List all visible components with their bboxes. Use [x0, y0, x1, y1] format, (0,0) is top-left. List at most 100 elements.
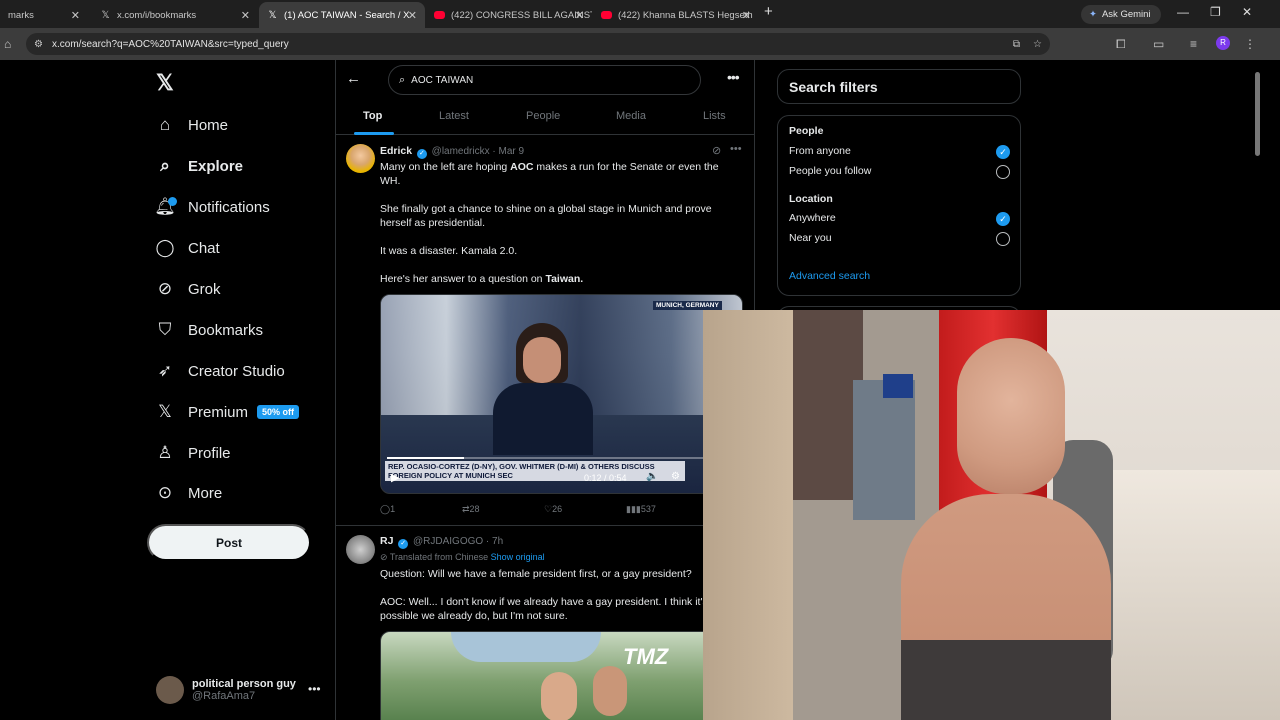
sidebar-item-home[interactable]: ⌂ Home — [154, 110, 228, 140]
split-view-icon[interactable]: ▭ — [1153, 37, 1164, 51]
profile-avatar-icon[interactable]: R — [1216, 36, 1230, 50]
extensions-icon[interactable]: ⧠ — [1116, 37, 1126, 52]
browser-tab-bookmarks-partial[interactable]: marks ✕ — [0, 4, 88, 26]
avatar[interactable] — [346, 535, 375, 564]
address-bar-row: ⌂ ⚙ x.com/search?q=AOC%20TAIWAN&src=type… — [0, 28, 1280, 60]
site-info-icon[interactable]: ⚙ — [34, 39, 43, 50]
from-anyone-option[interactable]: From anyone — [789, 145, 851, 157]
sidebar-item-chat[interactable]: ◯ Chat — [154, 233, 220, 263]
scrollbar-thumb[interactable] — [1255, 72, 1260, 156]
x-page: 𝕏 ⌂ Home ⌕ Explore 🔔︎ Notifications ◯ Chat ⊘ Grok… — [0, 60, 1280, 720]
author-handle[interactable]: @RJDAIGOGO — [413, 536, 483, 547]
advanced-search-link[interactable]: Advanced search — [789, 270, 870, 282]
restore-icon[interactable]: ❐ — [1210, 5, 1221, 19]
anywhere-option[interactable]: Anywhere — [789, 212, 836, 224]
minimize-icon[interactable]: — — [1177, 5, 1189, 19]
account-more-icon[interactable]: ••• — [308, 682, 321, 696]
radio-button[interactable] — [996, 165, 1010, 179]
sidebar-item-more[interactable]: ⊙ More — [154, 478, 222, 508]
close-window-icon[interactable]: ✕ — [1242, 5, 1252, 19]
repost-button[interactable]: ⇄ 28 — [462, 504, 480, 515]
gemini-icon: ✦ — [1089, 9, 1097, 20]
ask-gemini-button[interactable]: ✦ Ask Gemini — [1081, 5, 1161, 24]
tweet-more-icon[interactable]: ••• — [730, 143, 742, 155]
browser-tab-x-bookmarks[interactable]: 𝕏 x.com/i/bookmarks ✕ — [92, 4, 258, 26]
x-premium-icon: 𝕏 — [158, 402, 172, 421]
close-tab-icon[interactable]: ✕ — [241, 9, 250, 22]
checked-radio-icon[interactable]: ✓ — [996, 145, 1010, 159]
avatar[interactable] — [346, 144, 375, 173]
tab-latest[interactable]: Latest — [439, 110, 469, 122]
reading-list-icon[interactable]: ≡ — [1190, 37, 1197, 51]
checked-radio-icon[interactable]: ✓ — [996, 212, 1010, 226]
near-you-option[interactable]: Near you — [789, 232, 832, 244]
video-frame — [493, 383, 593, 455]
tweet-word: Taiwan. — [545, 273, 584, 285]
grok-icon[interactable]: ⊘ — [712, 144, 721, 157]
search-options-icon[interactable]: ••• — [727, 69, 740, 85]
home-browser-icon[interactable]: ⌂ — [4, 37, 11, 51]
tweet[interactable]: Edrick ✓ @lamedrickx · Mar 9 ⊘ ••• Many … — [336, 136, 754, 526]
search-filters-panel: People From anyone ✓ People you follow L… — [777, 115, 1021, 296]
video-progress-track[interactable] — [387, 457, 737, 459]
chat-icon: ◯ — [155, 238, 175, 257]
install-app-icon[interactable]: ⧉ — [1013, 39, 1020, 50]
x-logo-icon[interactable]: 𝕏 — [156, 70, 174, 96]
browser-tab-aoc-taiwan[interactable]: 𝕏 (1) AOC TAIWAN - Search / X ✕ — [259, 2, 425, 28]
tweet-line: She finally got a chance to shine on a g… — [380, 203, 712, 229]
search-input[interactable]: ⌕ AOC TAIWAN — [388, 65, 701, 95]
people-you-follow-option[interactable]: People you follow — [789, 165, 871, 177]
account-switcher[interactable]: political person guy @RafaAma7 ••• — [156, 676, 321, 704]
sidebar-item-bookmarks[interactable]: ⛉ Bookmarks — [154, 315, 263, 345]
author-name[interactable]: Edrick — [380, 145, 412, 157]
sidebar-item-premium[interactable]: 𝕏 Premium 50% off — [154, 397, 300, 427]
search-icon: ⌕ — [399, 73, 406, 86]
browser-tab-congress-bill[interactable]: (422) CONGRESS BILL AGAINST ✕ — [426, 4, 592, 26]
new-tab-icon[interactable]: + — [764, 3, 773, 20]
close-tab-icon[interactable]: ✕ — [575, 9, 584, 22]
author-name[interactable]: RJ — [380, 535, 393, 547]
webcam-scene — [853, 380, 915, 520]
post-button[interactable]: Post — [147, 524, 311, 561]
browser-tab-bar: marks ✕ 𝕏 x.com/i/bookmarks ✕ 𝕏 (1) AOC … — [0, 0, 1280, 28]
show-original-link[interactable]: Show original — [491, 552, 545, 562]
author-handle[interactable]: @lamedrickx — [432, 146, 490, 157]
sidebar-item-grok[interactable]: ⊘ Grok — [154, 274, 221, 304]
settings-gear-icon[interactable]: ⚙ — [671, 471, 680, 482]
youtube-icon — [601, 11, 612, 19]
tab-top[interactable]: Top — [363, 110, 382, 122]
translated-label: Translated from Chinese — [389, 552, 489, 562]
bookmark-star-icon[interactable]: ☆ — [1033, 39, 1042, 50]
tab-lists[interactable]: Lists — [703, 110, 726, 122]
views-button[interactable]: ▮▮▮ 537 — [626, 504, 656, 515]
browser-menu-icon[interactable]: ⋮ — [1244, 37, 1256, 51]
tab-media[interactable]: Media — [616, 110, 646, 122]
view-count: 537 — [640, 504, 656, 514]
sidebar-item-notifications[interactable]: 🔔︎ Notifications — [154, 192, 270, 222]
play-icon[interactable]: ▶ — [391, 471, 399, 484]
tweet[interactable]: RJ ✓ @RJDAIGOGO · 7h ⊘ Translated from C… — [336, 527, 754, 720]
like-button[interactable]: ♡ 26 — [544, 504, 562, 515]
sidebar-item-creator-studio[interactable]: ➶ Creator Studio — [154, 356, 285, 386]
sidebar-item-label: Bookmarks — [188, 321, 264, 339]
close-tab-icon[interactable]: ✕ — [408, 9, 417, 22]
tweet-video[interactable]: MUNICH, GERMANY REP. OCASIO-CORTEZ (D-NY… — [380, 294, 743, 494]
tab-title: marks — [8, 9, 34, 21]
tweet-image[interactable]: TMZ — [380, 631, 743, 720]
sidebar-item-label: Chat — [188, 239, 220, 257]
close-tab-icon[interactable]: ✕ — [742, 9, 751, 22]
close-tab-icon[interactable]: ✕ — [71, 9, 80, 22]
tweet-time[interactable]: 7h — [492, 536, 503, 547]
browser-tab-khanna[interactable]: (422) Khanna BLASTS Hegseth ✕ — [593, 4, 759, 26]
sidebar-item-explore[interactable]: ⌕ Explore — [154, 151, 243, 181]
tweet-line: It was a disaster. Kamala 2.0. — [380, 245, 518, 257]
volume-icon[interactable]: 🔈 — [646, 471, 658, 482]
home-icon: ⌂ — [159, 115, 171, 134]
url-field[interactable]: ⚙ x.com/search?q=AOC%20TAIWAN&src=typed_… — [26, 33, 1050, 55]
radio-button[interactable] — [996, 232, 1010, 246]
back-arrow-icon[interactable]: ← — [346, 70, 361, 87]
sidebar-item-profile[interactable]: ♙ Profile — [154, 438, 230, 468]
tab-people[interactable]: People — [526, 110, 560, 122]
tweet-time[interactable]: Mar 9 — [499, 146, 525, 157]
reply-button[interactable]: ◯ 1 — [380, 504, 395, 515]
